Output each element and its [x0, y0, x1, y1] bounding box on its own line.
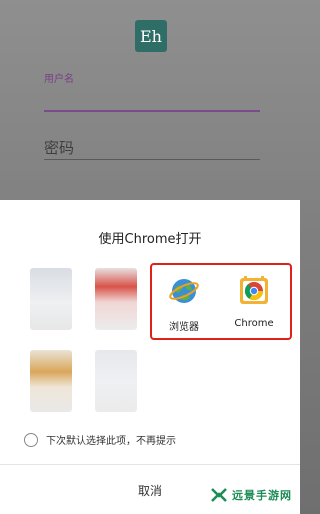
blurred-app-tile[interactable] — [30, 268, 72, 330]
divider — [0, 464, 300, 465]
remember-radio[interactable] — [24, 432, 38, 447]
remember-choice-option[interactable]: 下次默认选择此项，不再提示 — [24, 432, 176, 447]
remember-text: 下次默认选择此项，不再提示 — [46, 436, 176, 447]
password-underline — [44, 159, 260, 160]
highlight-box — [150, 263, 292, 340]
blurred-app-tile[interactable] — [95, 350, 137, 412]
watermark-logo-icon — [210, 486, 228, 504]
watermark: 远景手游网 — [206, 484, 296, 506]
password-field[interactable]: 密码 — [44, 137, 74, 158]
username-field[interactable] — [44, 110, 260, 112]
username-label: 用户名 — [44, 74, 74, 85]
open-with-sheet: 使用Chrome打开 浏览器 Chrome 下次默认选择此项，不再提示 取消 — [0, 200, 300, 514]
sheet-title: 使用Chrome打开 — [98, 232, 202, 247]
blurred-app-tile[interactable] — [30, 350, 72, 412]
blurred-app-tile[interactable] — [95, 268, 137, 330]
app-logo: Eh — [135, 20, 167, 52]
watermark-text: 远景手游网 — [232, 489, 292, 502]
cancel-button[interactable]: 取消 — [120, 473, 180, 507]
